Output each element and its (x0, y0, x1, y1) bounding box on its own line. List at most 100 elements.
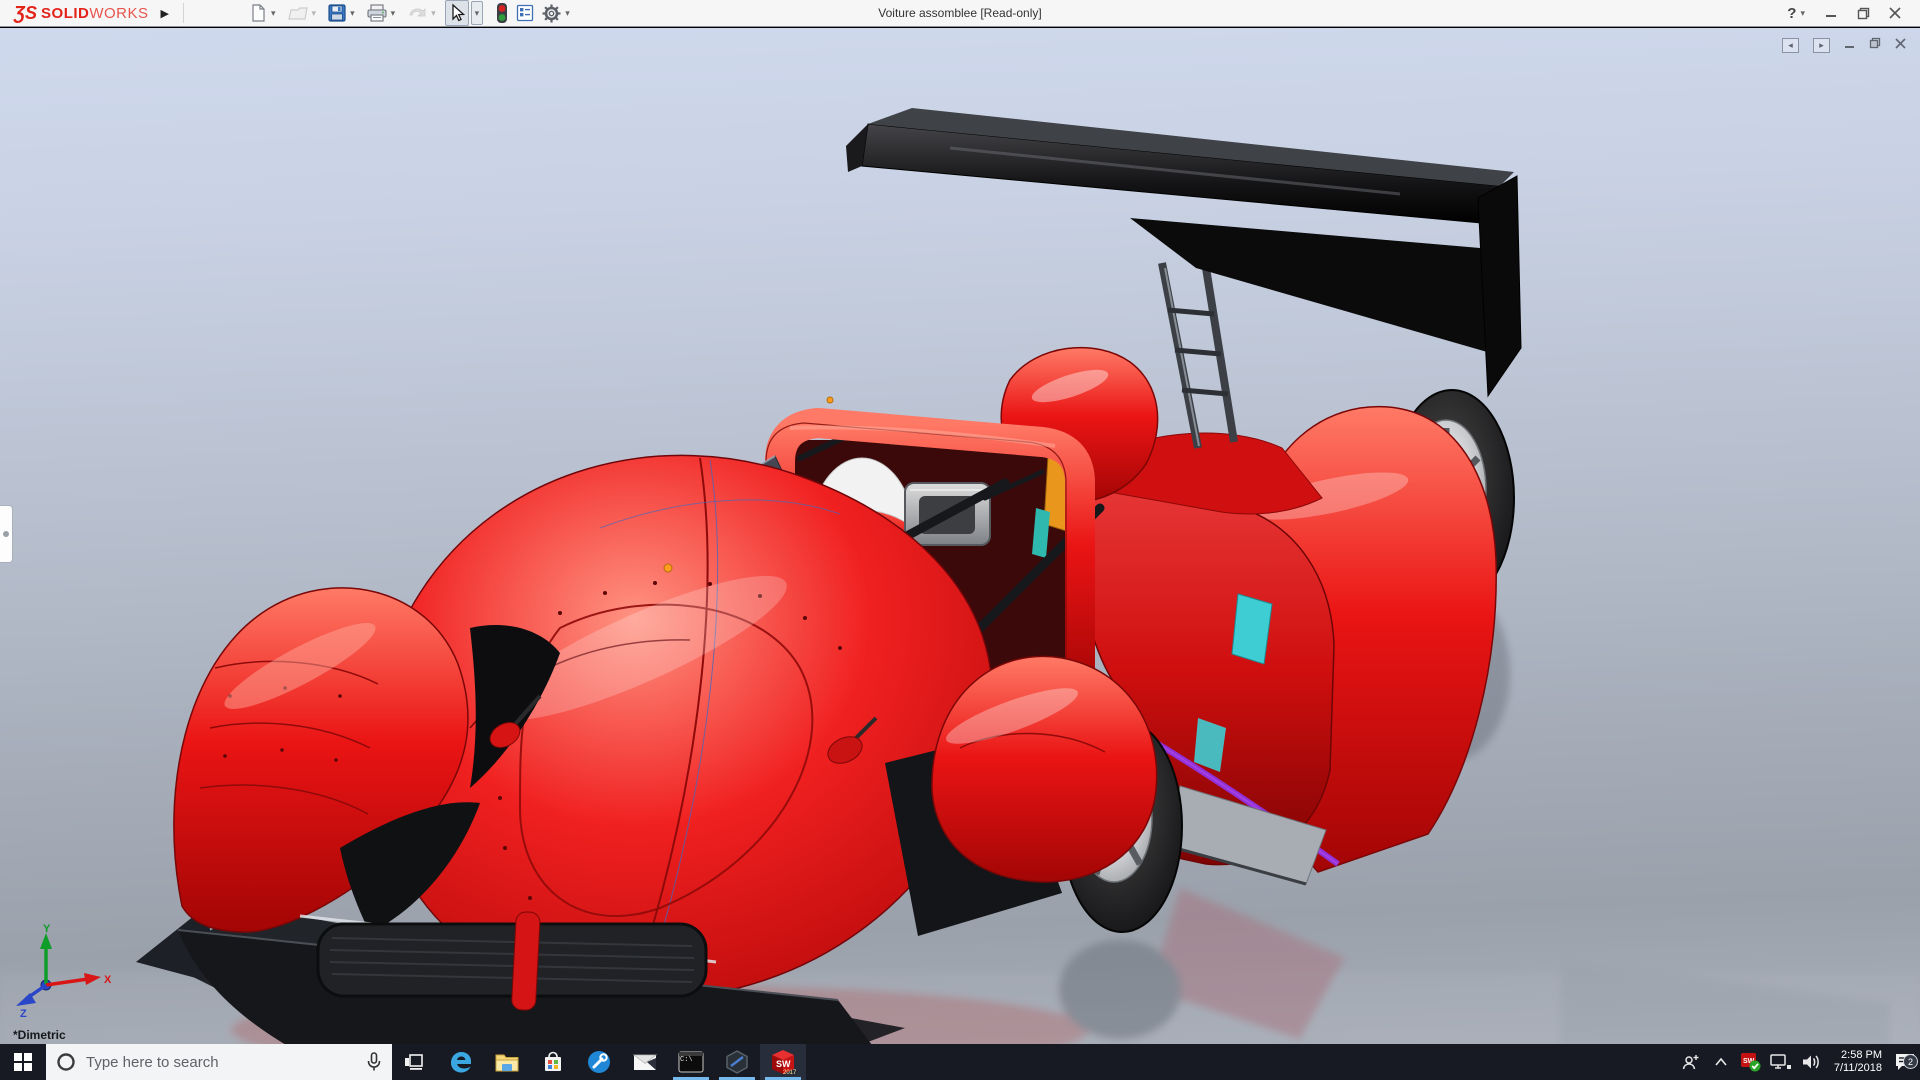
start-button[interactable] (0, 1044, 46, 1080)
search-input[interactable] (86, 1054, 356, 1071)
save-floppy-icon (327, 3, 347, 23)
minimize-icon (1825, 7, 1837, 19)
graphics-viewport[interactable]: ◂ ▸ Y X Z (0, 28, 1920, 1044)
brand-solid: SOLID (41, 5, 89, 22)
taskbar-app-mail[interactable] (622, 1044, 668, 1080)
store-icon (541, 1050, 565, 1074)
save-button[interactable]: ▾ (325, 0, 362, 26)
close-icon (1889, 7, 1901, 19)
mail-icon (632, 1051, 658, 1073)
new-document-button[interactable]: ▾ (246, 0, 283, 26)
doc-minimize-button[interactable] (1844, 36, 1855, 54)
wrench-circle-icon (586, 1049, 612, 1075)
undo-arrow-icon (406, 3, 428, 23)
pane-collapse-left-button[interactable]: ◂ (1782, 38, 1799, 53)
sw-cube-year: 2017 (783, 1070, 796, 1076)
new-document-icon (248, 3, 268, 23)
task-view-button[interactable] (392, 1044, 438, 1080)
main-toolbar: ▾ ▾ ▾ (246, 0, 577, 27)
front-grille (318, 924, 706, 996)
print-button[interactable]: ▾ (364, 0, 403, 26)
print-icon (366, 3, 388, 23)
titlebar: ƷS SOLIDWORKS ▶ ▾ ▾ (0, 0, 1920, 27)
interference-check-button[interactable] (493, 0, 511, 27)
feature-panel-splitter-tab[interactable] (0, 505, 13, 563)
ds-logo-glyph: ƷS (14, 3, 37, 24)
tray-volume-button[interactable] (1796, 1053, 1826, 1071)
people-icon (1681, 1053, 1701, 1071)
solidworks-logo: ƷS SOLIDWORKS (0, 0, 159, 26)
tray-solidworks-status[interactable]: SW (1736, 1051, 1766, 1073)
action-center-button[interactable]: 2 (1890, 1052, 1920, 1072)
windows-taskbar: C:\ SW 2017 (0, 1044, 1920, 1080)
taskbar-app-edge[interactable] (438, 1044, 484, 1080)
menu-flyout-arrow-icon[interactable]: ▶ (161, 7, 169, 20)
taskbar-app-command-prompt[interactable]: C:\ (668, 1044, 714, 1080)
taskbar-app-store[interactable] (530, 1044, 576, 1080)
triad-z-label: Z (20, 1008, 27, 1018)
help-button[interactable]: ? (1787, 5, 1796, 22)
volume-icon (1801, 1053, 1821, 1071)
task-view-icon (404, 1053, 426, 1071)
document-window-controls: ◂ ▸ (1782, 36, 1906, 54)
vertex-marker (664, 564, 672, 572)
tray-clock[interactable]: 2:58 PM 7/11/2018 (1826, 1049, 1890, 1075)
microphone-icon[interactable] (366, 1052, 382, 1072)
property-list-icon (515, 3, 535, 23)
command-prompt-text: C:\ (680, 1056, 693, 1064)
sw-cube-letters: SW (776, 1059, 791, 1069)
tow-hook (511, 911, 540, 1010)
race-car-model (0, 28, 1920, 1045)
titlebar-controls: ? ▾ (1787, 3, 1920, 23)
view-orientation-label: *Dimetric (13, 1028, 66, 1042)
display-settings-button[interactable] (513, 0, 537, 26)
tray-people-button[interactable] (1676, 1053, 1706, 1071)
restore-icon (1857, 7, 1870, 20)
right-front-fender (932, 656, 1157, 882)
doc-restore-button[interactable] (1869, 36, 1881, 54)
wing-endplate (1478, 176, 1521, 396)
hexagon-icon (724, 1049, 750, 1075)
gear-icon (541, 3, 562, 24)
brand-works: WORKS (89, 5, 148, 22)
restore-button[interactable] (1852, 3, 1874, 23)
edge-icon (448, 1049, 474, 1075)
taskbar-app-solidworks[interactable]: SW 2017 (760, 1044, 806, 1080)
clock-date: 7/11/2018 (1834, 1062, 1882, 1075)
triad-y-label: Y (43, 923, 51, 935)
tray-network-button[interactable] (1766, 1053, 1796, 1071)
triad-x-label: X (104, 974, 112, 986)
taskbar-search[interactable] (46, 1044, 392, 1080)
close-button[interactable] (1884, 3, 1906, 23)
solidworks-window: ƷS SOLIDWORKS ▶ ▾ ▾ (0, 0, 1920, 1080)
select-cursor-icon (447, 3, 467, 23)
windows-logo-icon (14, 1053, 32, 1071)
notification-badge: 2 (1903, 1054, 1918, 1069)
open-folder-icon (287, 3, 309, 23)
taskbar-app-file-explorer[interactable] (484, 1044, 530, 1080)
file-explorer-icon (494, 1050, 520, 1074)
help-dropdown[interactable]: ▾ (1800, 8, 1805, 19)
solidworks-cube-icon: SW 2017 (770, 1048, 796, 1076)
doc-close-button[interactable] (1895, 36, 1906, 54)
minimize-button[interactable] (1820, 3, 1842, 23)
taskbar-app-hexagon-utility[interactable] (714, 1044, 760, 1080)
undo-button[interactable]: ▾ (404, 0, 443, 26)
doc-close-icon (1895, 38, 1906, 49)
solidworks-status-icon: SW (1740, 1051, 1762, 1073)
system-tray: SW 2:58 PM 7/11/2018 (1676, 1044, 1920, 1080)
clock-time: 2:58 PM (1841, 1049, 1882, 1062)
network-icon (1770, 1053, 1792, 1071)
cortana-icon (56, 1052, 76, 1072)
taskbar-app-tool-circle[interactable] (576, 1044, 622, 1080)
select-tool-dropdown[interactable]: ▾ (471, 1, 484, 25)
orientation-triad: Y X Z (6, 923, 116, 1018)
pane-collapse-right-button[interactable]: ▸ (1813, 38, 1830, 53)
doc-minimize-icon (1844, 38, 1855, 49)
select-tool-button[interactable] (445, 0, 469, 26)
traffic-light-icon (495, 2, 509, 24)
open-button[interactable]: ▾ (285, 0, 324, 26)
tray-chevron-button[interactable] (1706, 1057, 1736, 1067)
options-button[interactable]: ▾ (539, 0, 577, 27)
doc-restore-icon (1869, 37, 1881, 49)
